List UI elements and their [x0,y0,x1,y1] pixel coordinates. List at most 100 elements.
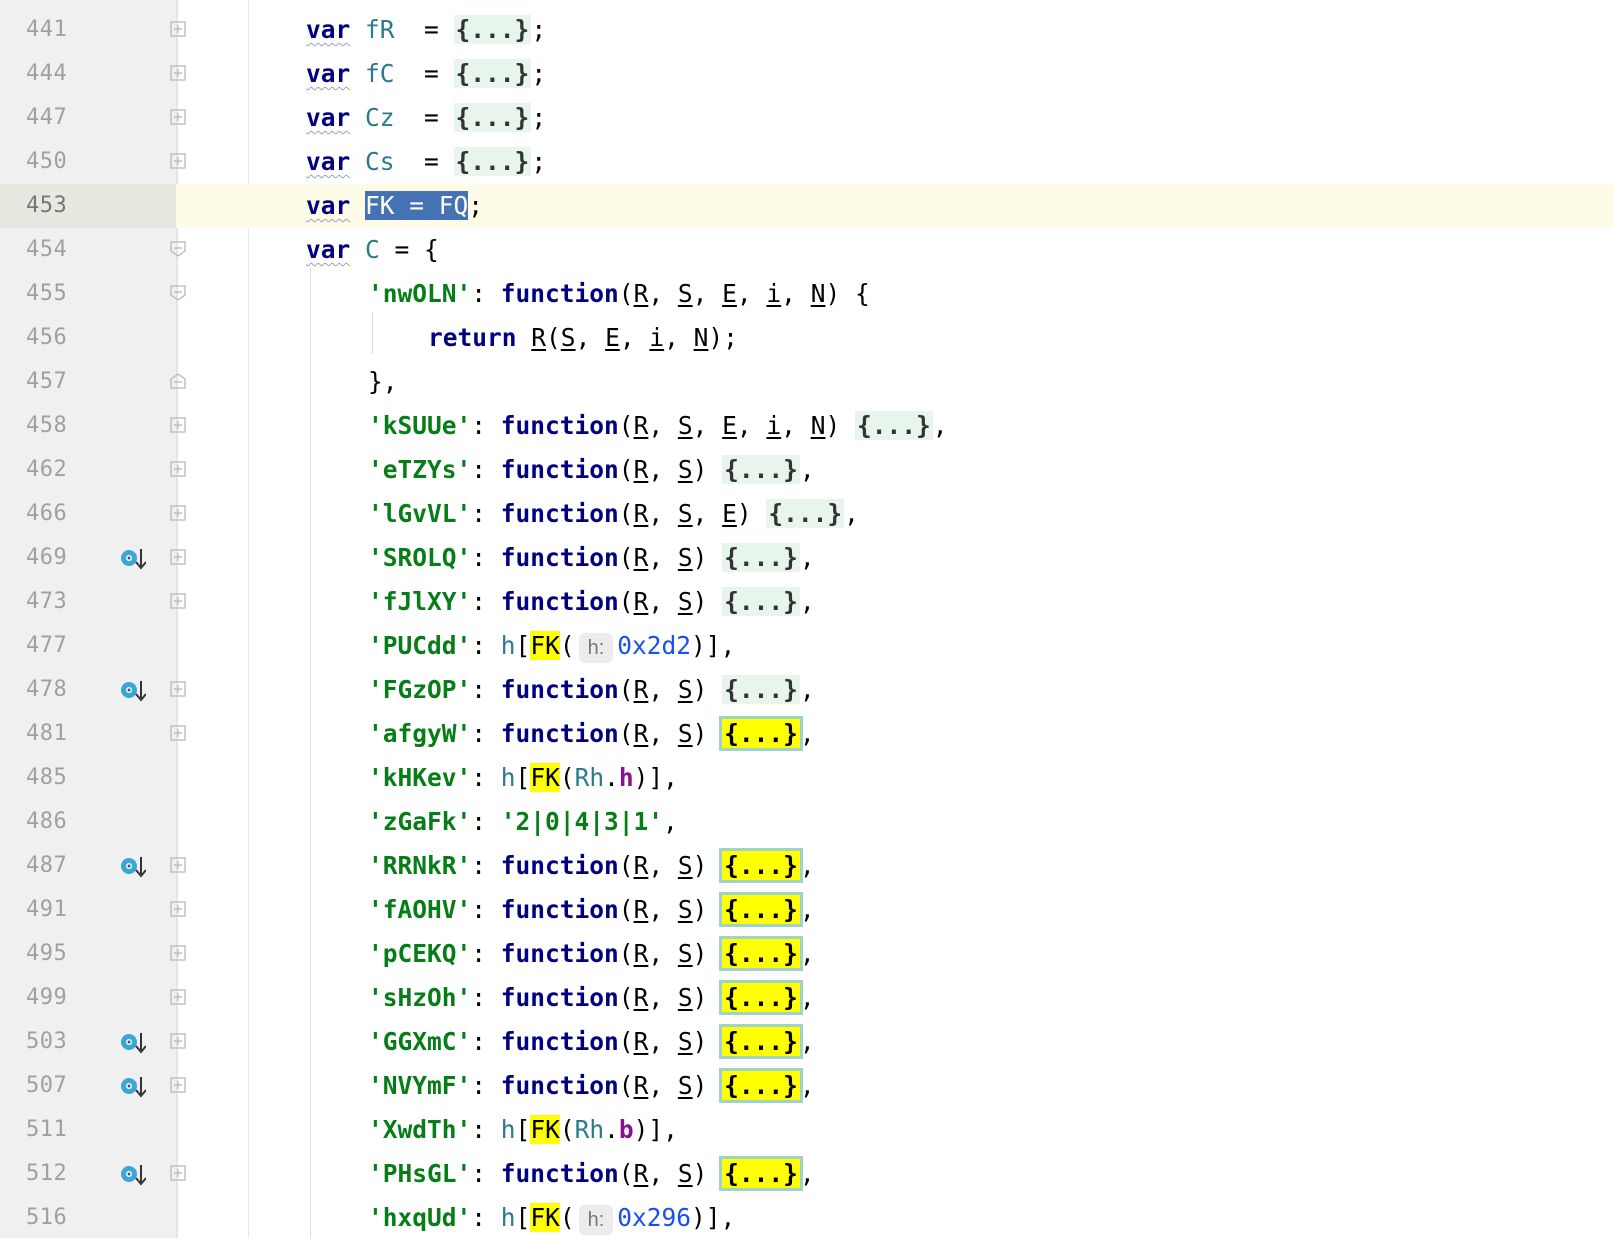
line-number-cell[interactable]: 457 [0,360,186,404]
code-text[interactable]: 'kSUUe': function(R, S, E, i, N) {...}, [368,410,948,442]
code-line[interactable]: 455 'nwOLN': function(R, S, E, i, N) { [0,272,1614,316]
code-text[interactable]: var fC = {...}; [306,58,546,90]
folded-block-highlighted[interactable]: {...} [719,1024,803,1059]
code-text[interactable]: var FK = FQ; [306,190,483,222]
code-line[interactable]: 481 'afgyW': function(R, S) {...}, [0,712,1614,756]
code-text[interactable]: 'lGvVL': function(R, S, E) {...}, [368,498,859,530]
code-line[interactable]: 441 var fR = {...}; [0,8,1614,52]
folded-block[interactable]: {...} [854,411,933,440]
line-number-cell[interactable]: 477 [0,624,176,668]
folded-block[interactable]: {...} [722,675,800,704]
implementation-marker-icon[interactable] [120,679,147,703]
code-line[interactable]: 503 'GGXmC': function(R, S) {...}, [0,1020,1614,1064]
code-line[interactable]: 466 'lGvVL': function(R, S, E) {...}, [0,492,1614,536]
fold-expand-icon[interactable] [170,857,186,873]
fold-expand-icon[interactable] [170,1033,186,1049]
line-number-cell[interactable]: 487 [0,844,186,888]
code-text[interactable]: 'hxqUd': h[FK(h: 0x296)], [368,1202,735,1235]
line-number-cell[interactable]: 473 [0,580,186,624]
fold-expand-icon[interactable] [170,549,186,565]
line-number-cell[interactable]: 466 [0,492,186,536]
code-text[interactable]: var fR = {...}; [306,14,546,46]
implementation-marker-icon[interactable] [120,1075,147,1099]
line-number-cell[interactable]: 516 [0,1196,176,1240]
implementation-marker-icon[interactable] [120,1163,147,1187]
folded-block[interactable]: {...} [453,15,532,44]
line-number-cell[interactable]: 458 [0,404,186,448]
code-text[interactable]: var C = { [306,234,439,266]
code-text[interactable]: 'eTZYs': function(R, S) {...}, [368,454,815,486]
code-lines[interactable]: 441 var fR = {...}; 444 var fC = {...}; 447 v… [0,8,1614,1240]
code-text[interactable]: return R(S, E, i, N); [428,322,738,354]
code-line[interactable]: 457}, [0,360,1614,404]
folded-block-highlighted[interactable]: {...} [719,1156,803,1191]
code-text[interactable]: var Cz = {...}; [306,102,546,134]
code-line[interactable]: 450 var Cs = {...}; [0,140,1614,184]
code-line[interactable]: 491 'fAOHV': function(R, S) {...}, [0,888,1614,932]
line-number-cell[interactable]: 454 [0,228,186,272]
fold-expand-icon[interactable] [170,505,186,521]
fold-expand-icon[interactable] [170,109,186,125]
line-number-cell[interactable]: 456 [0,316,176,360]
code-line[interactable]: 453 var FK = FQ; [0,184,1614,228]
code-text[interactable]: 'fJlXY': function(R, S) {...}, [368,586,815,618]
code-line[interactable]: 456 return R(S, E, i, N); [0,316,1614,360]
fold-expand-icon[interactable] [170,901,186,917]
fold-expand-icon[interactable] [170,1165,186,1181]
fold-expand-icon[interactable] [170,593,186,609]
code-text[interactable]: 'FGzOP': function(R, S) {...}, [368,674,815,706]
line-number-cell[interactable]: 499 [0,976,186,1020]
fold-expand-icon[interactable] [170,989,186,1005]
fold-collapse-icon[interactable] [170,241,186,257]
line-number-cell[interactable]: 462 [0,448,186,492]
code-line[interactable]: 512 'PHsGL': function(R, S) {...}, [0,1152,1614,1196]
code-text[interactable]: var Cs = {...}; [306,146,546,178]
code-line[interactable]: 487 'RRNkR': function(R, S) {...}, [0,844,1614,888]
code-line[interactable]: 495 'pCEKQ': function(R, S) {...}, [0,932,1614,976]
line-number-cell[interactable]: 447 [0,96,186,140]
code-line[interactable]: 477 'PUCdd': h[FK(h: 0x2d2)], [0,624,1614,668]
line-number-cell[interactable]: 491 [0,888,186,932]
line-number-cell[interactable]: 486 [0,800,176,844]
folded-block-highlighted[interactable]: {...} [719,892,803,927]
code-line[interactable]: 486 'zGaFk': '2|0|4|3|1', [0,800,1614,844]
code-text[interactable]: 'SROLQ': function(R, S) {...}, [368,542,815,574]
code-text[interactable]: 'PHsGL': function(R, S) {...}, [368,1156,815,1191]
code-text[interactable]: 'nwOLN': function(R, S, E, i, N) { [368,278,870,310]
line-number-cell[interactable]: 444 [0,52,186,96]
code-text[interactable]: 'sHzOh': function(R, S) {...}, [368,980,815,1015]
code-line[interactable]: 507 'NVYmF': function(R, S) {...}, [0,1064,1614,1108]
fold-collapse-icon[interactable] [170,285,186,301]
folded-block-highlighted[interactable]: {...} [719,936,803,971]
code-text[interactable]: 'afgyW': function(R, S) {...}, [368,716,815,751]
code-line[interactable]: 473 'fJlXY': function(R, S) {...}, [0,580,1614,624]
implementation-marker-icon[interactable] [120,1031,147,1055]
line-number-cell[interactable]: 485 [0,756,176,800]
code-text[interactable]: 'zGaFk': '2|0|4|3|1', [368,806,678,838]
line-number-cell[interactable]: 441 [0,8,186,52]
folded-block-highlighted[interactable]: {...} [719,1068,803,1103]
folded-block[interactable]: {...} [453,103,532,132]
fold-expand-icon[interactable] [170,681,186,697]
fold-expand-icon[interactable] [170,725,186,741]
code-line[interactable]: 444 var fC = {...}; [0,52,1614,96]
implementation-marker-icon[interactable] [120,855,147,879]
implementation-marker-icon[interactable] [120,547,147,571]
code-line[interactable]: 447 var Cz = {...}; [0,96,1614,140]
code-editor[interactable]: 441 var fR = {...}; 444 var fC = {...}; 447 v… [0,0,1614,1238]
line-number-cell[interactable]: 481 [0,712,186,756]
fold-end-icon[interactable] [170,373,186,389]
code-text[interactable]: 'RRNkR': function(R, S) {...}, [368,848,815,883]
fold-expand-icon[interactable] [170,945,186,961]
code-line[interactable]: 499 'sHzOh': function(R, S) {...}, [0,976,1614,1020]
code-text[interactable]: 'pCEKQ': function(R, S) {...}, [368,936,815,971]
code-text[interactable]: 'fAOHV': function(R, S) {...}, [368,892,815,927]
folded-block[interactable]: {...} [766,499,845,528]
folded-block-highlighted[interactable]: {...} [719,848,803,883]
folded-block-highlighted[interactable]: {...} [719,716,803,751]
line-number-cell[interactable]: 507 [0,1064,186,1108]
folded-block[interactable]: {...} [722,587,800,616]
line-number-cell[interactable]: 503 [0,1020,186,1064]
fold-expand-icon[interactable] [170,1077,186,1093]
code-line[interactable]: 454 var C = { [0,228,1614,272]
